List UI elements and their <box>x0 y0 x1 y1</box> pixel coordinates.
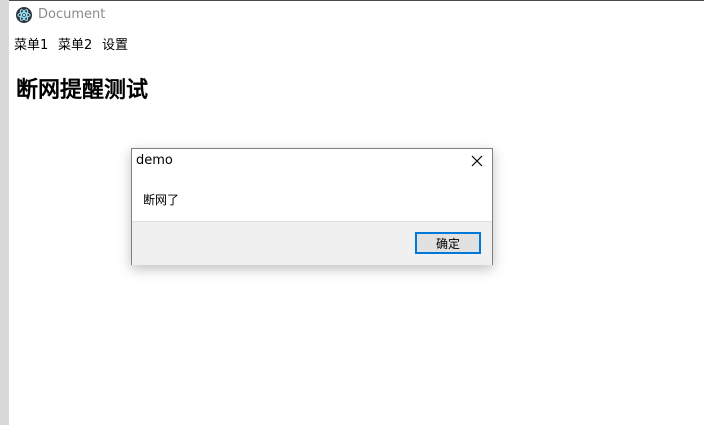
menu-item-2[interactable]: 菜单2 <box>58 34 92 53</box>
dialog-message: 断网了 <box>143 193 180 207</box>
menu-bar: 菜单1 菜单2 设置 <box>9 31 704 53</box>
dialog-title-bar[interactable]: demo <box>132 149 492 173</box>
dialog-footer: 确定 <box>132 221 492 265</box>
page-heading: 断网提醒测试 <box>16 78 149 103</box>
close-icon[interactable] <box>466 151 488 171</box>
dialog-title: demo <box>136 153 173 168</box>
window-title: Document <box>38 7 106 22</box>
alert-dialog: demo 断网了 确定 <box>131 148 493 265</box>
ok-button[interactable]: 确定 <box>415 232 481 254</box>
title-bar[interactable]: Document <box>9 1 704 31</box>
desktop-edge <box>0 0 9 425</box>
menu-item-1[interactable]: 菜单1 <box>14 34 48 53</box>
menu-item-settings[interactable]: 设置 <box>102 34 128 53</box>
app-logo-icon <box>16 7 32 23</box>
